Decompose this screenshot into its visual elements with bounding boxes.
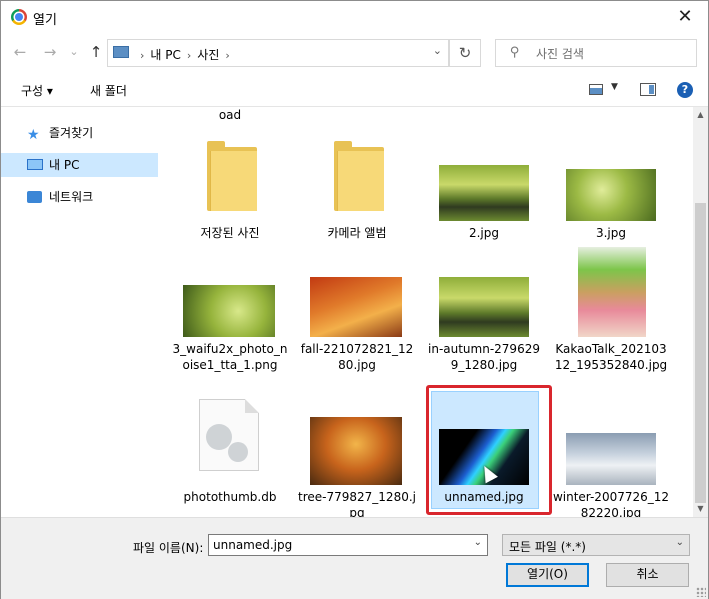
recent-locations-dropdown[interactable]: ⌄ — [63, 41, 85, 63]
file-name: in-autumn-2796299_1280.jpg — [428, 342, 540, 372]
toolbar: 구성 ▾ 새 폴더 ▼ ? — [1, 74, 708, 107]
image-thumbnail — [310, 417, 402, 485]
breadcrumb-separator: › — [186, 49, 192, 62]
scroll-up-icon[interactable]: ▲ — [693, 107, 708, 123]
dialog-footer: 파일 이름(N): unnamed.jpg ⌄ 모든 파일 (*.*) ⌄ 열기… — [1, 517, 708, 599]
file-name: 3.jpg — [595, 226, 627, 240]
dialog-title: 열기 — [33, 13, 57, 28]
help-icon[interactable]: ? — [677, 82, 693, 98]
file-name: 카메라 앨범 — [327, 226, 387, 240]
file-item[interactable]: tree-779827_1280.jpg — [298, 393, 416, 517]
file-name: 2.jpg — [468, 226, 500, 240]
network-icon — [27, 191, 42, 203]
file-name: 3_waifu2x_photo_noise1_tta_1.png — [172, 342, 288, 372]
file-list: oad 저장된 사진 카메라 앨범 2.jpg 3.jpg 3_waifu2x_… — [161, 107, 693, 517]
file-item[interactable]: 3_waifu2x_photo_noise1_tta_1.png — [171, 247, 289, 389]
sidebar-item-favorites[interactable]: ★ 즐겨찾기 — [1, 121, 158, 145]
address-dropdown-icon[interactable]: ⌄ — [433, 44, 442, 57]
filetype-select[interactable]: 모든 파일 (*.*) ⌄ — [502, 534, 690, 556]
vertical-scrollbar[interactable]: ▲ ▼ — [693, 107, 708, 517]
view-options-dropdown-icon[interactable]: ▼ — [611, 82, 618, 92]
filename-value: unnamed.jpg — [213, 538, 293, 552]
chevron-down-icon: ⌄ — [675, 537, 684, 548]
chevron-down-icon[interactable]: ⌄ — [474, 537, 482, 548]
file-name: winter-2007726_1282220.jpg — [552, 490, 670, 517]
file-name: KakaoTalk_20210312_195352840.jpg — [554, 342, 668, 372]
folder-item[interactable]: 카메라 앨범 — [298, 133, 416, 243]
file-item[interactable]: KakaoTalk_20210312_195352840.jpg — [552, 247, 670, 389]
breadcrumb-item-pictures[interactable]: 사진 — [197, 48, 219, 62]
search-box[interactable]: ⚲ 사진 검색 — [495, 39, 697, 67]
gear-icon — [206, 424, 232, 450]
scroll-down-icon[interactable]: ▼ — [693, 501, 708, 517]
close-button[interactable]: ✕ — [662, 1, 708, 33]
sidebar-item-label: 즐겨찾기 — [49, 126, 94, 140]
navigation-pane: ★ 즐겨찾기 내 PC 네트워크 — [1, 107, 161, 517]
star-icon: ★ — [27, 127, 40, 143]
file-name: fall-221072821_1280.jpg — [300, 342, 414, 372]
sidebar-item-network[interactable]: 네트워크 — [1, 185, 158, 209]
image-thumbnail — [566, 433, 656, 485]
gear-icon — [228, 442, 248, 462]
file-item[interactable]: photothumb.db — [171, 393, 289, 517]
scrollbar-thumb[interactable] — [695, 203, 706, 503]
breadcrumb: › 내 PC › 사진 › — [134, 46, 236, 63]
cancel-button[interactable]: 취소 — [606, 563, 689, 587]
new-folder-button[interactable]: 새 폴더 — [90, 82, 127, 99]
file-item[interactable]: 3.jpg — [552, 133, 670, 243]
back-button[interactable]: ← — [9, 41, 31, 63]
organize-button[interactable]: 구성 ▾ — [21, 82, 53, 99]
annotation-highlight-box — [426, 385, 552, 515]
filetype-value: 모든 파일 (*.*) — [509, 540, 586, 554]
image-thumbnail — [439, 277, 529, 337]
title-bar: 열기 ✕ — [1, 1, 708, 33]
preview-pane-icon[interactable] — [640, 83, 656, 96]
breadcrumb-separator: › — [225, 49, 230, 62]
forward-button[interactable]: → — [39, 41, 61, 63]
filename-input[interactable]: unnamed.jpg ⌄ — [208, 534, 488, 556]
pictures-location-icon — [113, 46, 129, 58]
image-thumbnail — [566, 169, 656, 221]
refresh-button[interactable]: ↻ — [449, 39, 481, 67]
file-item[interactable]: oad — [171, 107, 289, 127]
file-item[interactable]: in-autumn-2796299_1280.jpg — [425, 247, 543, 389]
image-thumbnail — [439, 165, 529, 221]
image-thumbnail — [183, 285, 275, 337]
sidebar-item-label: 네트워크 — [49, 190, 94, 204]
folder-item[interactable]: 저장된 사진 — [171, 133, 289, 243]
folder-icon — [207, 141, 257, 211]
file-name: oad — [218, 108, 242, 122]
breadcrumb-item-this-pc[interactable]: 내 PC — [150, 48, 180, 62]
sidebar-item-this-pc[interactable]: 내 PC — [1, 153, 158, 177]
image-thumbnail — [578, 247, 646, 337]
file-item[interactable]: winter-2007726_1282220.jpg — [552, 393, 670, 517]
up-button[interactable]: ↑ — [85, 41, 107, 63]
filename-label: 파일 이름(N): — [133, 541, 204, 555]
computer-icon — [27, 159, 43, 170]
file-name: photothumb.db — [183, 490, 277, 504]
change-view-icon[interactable] — [589, 84, 603, 95]
image-thumbnail — [310, 277, 402, 337]
resize-grip-icon[interactable] — [696, 587, 706, 597]
search-icon: ⚲ — [510, 45, 520, 60]
file-icon — [199, 399, 259, 471]
breadcrumb-separator: › — [140, 49, 145, 62]
open-button[interactable]: 열기(O) — [506, 563, 589, 587]
open-file-dialog: 열기 ✕ ← → ⌄ ↑ › 내 PC › 사진 › ⌄ ↻ ⚲ 사진 검색 구성 ▾ … — [0, 0, 709, 599]
sidebar-item-label: 내 PC — [49, 158, 80, 172]
file-item[interactable]: 2.jpg — [425, 133, 543, 243]
folder-icon — [334, 141, 384, 211]
file-name: 저장된 사진 — [200, 226, 260, 240]
file-item[interactable]: fall-221072821_1280.jpg — [298, 247, 416, 389]
address-bar[interactable]: › 내 PC › 사진 › ⌄ — [107, 39, 449, 67]
file-name: tree-779827_1280.jpg — [298, 490, 416, 517]
search-placeholder: 사진 검색 — [536, 47, 584, 61]
chrome-icon — [11, 9, 27, 25]
